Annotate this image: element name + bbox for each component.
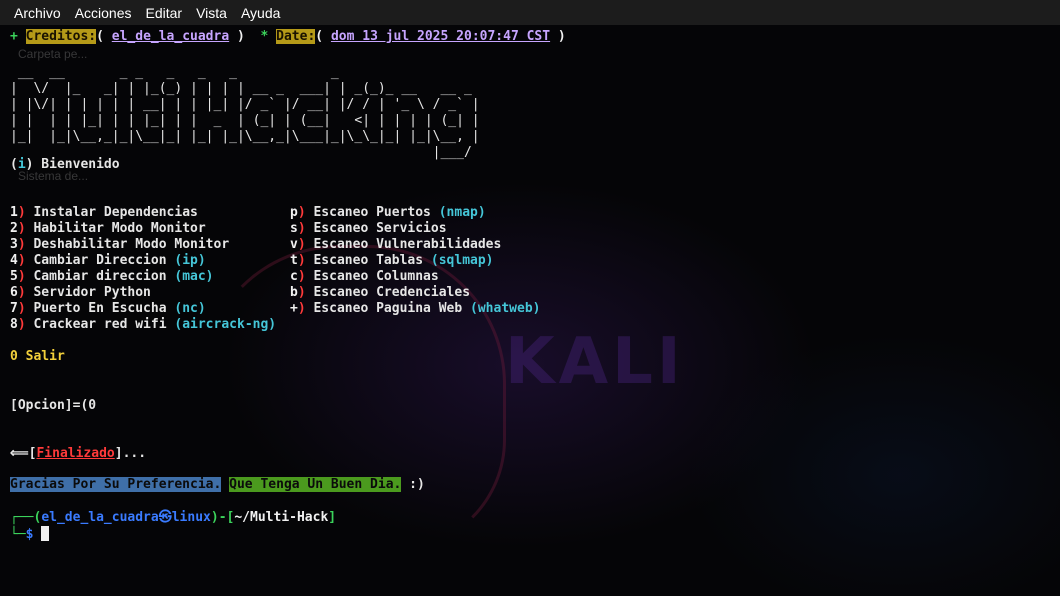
menu-right-item-+: +) Escaneo Paguina Web (whatweb) [290, 301, 540, 317]
menu-label: Escaneo Servicios [305, 221, 447, 236]
menu-key-paren: ) [17, 285, 26, 300]
menu-tool: (nmap) [438, 205, 486, 220]
menu-key-paren: ) [297, 221, 306, 236]
menu-label: Escaneo Paguina Web [305, 301, 471, 316]
menu-key-paren: ) [297, 269, 306, 284]
multi-hacking-banner: __ __ _ _ _ _ _ _ | \/ |_ _| | |_(_) | |… [10, 65, 480, 160]
menu-key: 8 [10, 317, 18, 332]
farewell-part2: Que Tenga Un Buen Dia. [229, 477, 402, 492]
menu-label: Escaneo Tablas [305, 253, 431, 268]
menu-key: v [290, 237, 298, 252]
menu-label: Deshabilitar Modo Monitor [25, 237, 230, 252]
menu-right-item-c: c) Escaneo Columnas [290, 269, 439, 285]
menu-ayuda[interactable]: Ayuda [241, 5, 280, 21]
menu-tool: (aircrack-ng) [174, 317, 277, 332]
menu-key: b [290, 285, 298, 300]
menu-key: 4 [10, 253, 18, 268]
prompt-dollar: $ [25, 527, 34, 542]
menu-label: Crackear red wifi [25, 317, 175, 332]
kali-wallpaper-text: KALI [505, 325, 685, 399]
menu-left-item-4: 4) Cambiar Direccion (ip) [10, 253, 206, 269]
menu-key-paren: ) [17, 253, 26, 268]
menu-key: 1 [10, 205, 18, 220]
prompt-path: ~/Multi-Hack [234, 510, 329, 525]
menu-key: t [290, 253, 298, 268]
menu-left-item-1: 1) Instalar Dependencias [10, 205, 198, 221]
finalizado-line: ⟸[Finalizado]... [10, 446, 147, 461]
menu-left-item-8: 8) Crackear red wifi (aircrack-ng) [10, 317, 276, 333]
menu-editar[interactable]: Editar [146, 5, 183, 21]
menu-key-paren: ) [17, 205, 26, 220]
date-value: dom 13 jul 2025 20:07:47 CST [330, 29, 551, 44]
menu-bar: Archivo Acciones Editar Vista Ayuda [0, 0, 1060, 25]
menu-right-item-t: t) Escaneo Tablas (sqlmap) [290, 253, 494, 269]
menu-label: Servidor Python [25, 285, 151, 300]
menu-tool: (mac) [174, 269, 214, 284]
menu-acciones[interactable]: Acciones [75, 5, 132, 21]
menu-left-item-5: 5) Cambiar direccion (mac) [10, 269, 214, 285]
menu-left-item-7: 7) Puerto En Escucha (nc) [10, 301, 206, 317]
date-label: Date: [276, 29, 316, 44]
credits-line: + Creditos:( el_de_la_cuadra ) * Date:( … [10, 29, 566, 44]
menu-label: Habilitar Modo Monitor [25, 221, 206, 236]
menu-key-paren: ) [297, 237, 306, 252]
menu-right-item-p: p) Escaneo Puertos (nmap) [290, 205, 486, 221]
menu-key: p [290, 205, 298, 220]
menu-key-paren: ) [17, 237, 26, 252]
finalizado-word: Finalizado [36, 446, 115, 461]
menu-label: Escaneo Puertos [305, 205, 439, 220]
menu-label: Escaneo Columnas [305, 269, 439, 284]
menu-tool: (nc) [174, 301, 206, 316]
menu-key: 7 [10, 301, 18, 316]
menu-key-paren: ) [297, 301, 306, 316]
shell-prompt-bottom[interactable]: └─$ [10, 526, 50, 543]
menu-left-item-6: 6) Servidor Python [10, 285, 151, 301]
menu-key-paren: ) [17, 269, 26, 284]
shell-prompt-top: ┌──(el_de_la_cuadra㉿linux)-[~/Multi-Hack… [10, 510, 337, 525]
menu-left-item-3: 3) Deshabilitar Modo Monitor [10, 237, 229, 253]
menu-key-paren: ) [17, 221, 26, 236]
desktop-ghost-label-1: Carpeta pe... [18, 47, 88, 61]
menu-key-paren: ) [17, 317, 26, 332]
menu-key-paren: ) [297, 205, 306, 220]
menu-right-item-b: b) Escaneo Credenciales [290, 285, 470, 301]
menu-tool: (sqlmap) [430, 253, 494, 268]
menu-key: 5 [10, 269, 18, 284]
menu-key-paren: ) [297, 285, 306, 300]
menu-right-item-v: v) Escaneo Vulnerabilidades [290, 237, 501, 253]
menu-key-paren: ) [17, 301, 26, 316]
terminal-window[interactable]: KALI Carpeta pe... Sistema de... + Credi… [0, 25, 1060, 596]
menu-key-paren: ) [297, 253, 306, 268]
menu-label: Puerto En Escucha [25, 301, 175, 316]
menu-tool: (whatweb) [470, 301, 541, 316]
menu-vista[interactable]: Vista [196, 5, 227, 21]
menu-key: 2 [10, 221, 18, 236]
menu-left-item-2: 2) Habilitar Modo Monitor [10, 221, 206, 237]
farewell-line: Gracias Por Su Preferencia. Que Tenga Un… [10, 477, 425, 492]
author-name: el_de_la_cuadra [111, 29, 230, 44]
credits-label: Creditos: [25, 29, 97, 44]
menu-tool: (ip) [174, 253, 206, 268]
menu-label: Escaneo Vulnerabilidades [305, 237, 502, 252]
menu-label: Instalar Dependencias [25, 205, 198, 220]
menu-key: + [290, 301, 298, 316]
option-prompt[interactable]: [Opcion]=(0 [10, 398, 96, 414]
prompt-host: linux [171, 510, 211, 525]
menu-right-item-s: s) Escaneo Servicios [290, 221, 447, 237]
menu-key: 3 [10, 237, 18, 252]
menu-key: s [290, 221, 298, 236]
exit-option: 0 Salir [10, 349, 65, 364]
menu-archivo[interactable]: Archivo [14, 5, 61, 21]
farewell-part1: Gracias Por Su Preferencia. [10, 477, 222, 492]
prompt-user: el_de_la_cuadra [41, 510, 159, 525]
welcome-line: (i) Bienvenido [10, 157, 120, 172]
menu-key: 6 [10, 285, 18, 300]
menu-key: c [290, 269, 298, 284]
menu-label: Cambiar direccion [25, 269, 175, 284]
menu-label: Escaneo Credenciales [305, 285, 471, 300]
menu-label: Cambiar Direccion [25, 253, 175, 268]
text-cursor [41, 526, 50, 541]
